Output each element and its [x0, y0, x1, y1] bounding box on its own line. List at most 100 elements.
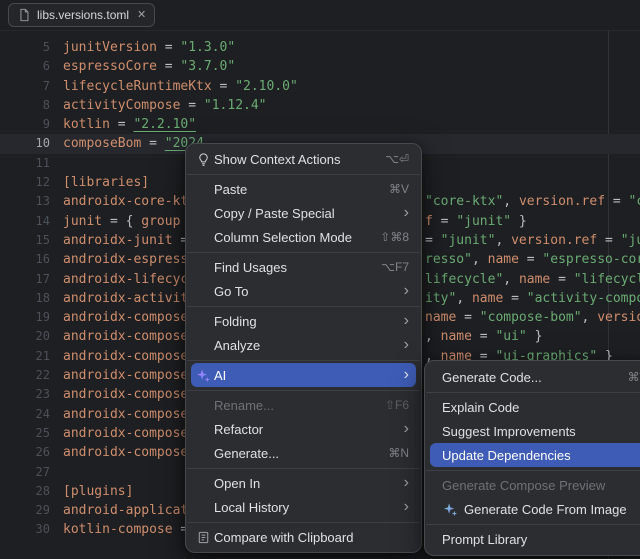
line-number: 27	[0, 463, 54, 482]
menu-separator	[187, 468, 420, 469]
menu-separator	[426, 470, 640, 471]
code-text-right-fragment: f = "junit" }	[425, 212, 527, 231]
context-menu: Show Context Actions ⌥⏎ Paste ⌘V Copy / Past…	[185, 143, 422, 553]
menu-item-local-history[interactable]: Local History ›	[191, 495, 416, 519]
code-text: espressoCore = "3.7.0"	[54, 57, 235, 76]
code-line-8[interactable]: 8activityCompose = "1.12.4"	[0, 96, 640, 115]
code-text-right-fragment: "core-ktx", version.ref = "coreKtx" }	[425, 192, 640, 211]
code-text: lifecycleRuntimeKtx = "2.10.0"	[54, 77, 298, 96]
menu-item-label: Rename...	[214, 398, 373, 413]
menu-item-paste[interactable]: Paste ⌘V	[191, 177, 416, 201]
menu-separator	[187, 174, 420, 175]
code-text: [plugins]	[54, 482, 133, 501]
menu-item-label: Generate Code...	[442, 370, 616, 385]
menu-separator	[187, 252, 420, 253]
menu-item-suggest-improvements[interactable]: Suggest Improvements	[430, 419, 640, 443]
line-number: 19	[0, 308, 54, 327]
code-text-right-fragment: , name = "ui" }	[425, 327, 542, 346]
menu-shortcut: ⇧⌘8	[380, 230, 409, 244]
menu-item-label: Column Selection Mode	[214, 230, 368, 245]
menu-item-update-dependencies[interactable]: Update Dependencies	[430, 443, 640, 467]
line-number: 21	[0, 347, 54, 366]
code-text: junitVersion = "1.3.0"	[54, 38, 235, 57]
menu-item-generate[interactable]: Generate...⌘N	[191, 441, 416, 465]
menu-item-label: AI	[214, 368, 392, 383]
line-number: 25	[0, 424, 54, 443]
submenu-arrow-icon: ›	[404, 337, 409, 353]
line-number: 22	[0, 366, 54, 385]
menu-item-folding[interactable]: Folding›	[191, 309, 416, 333]
menu-item-open-in[interactable]: Open In ›	[191, 471, 416, 495]
menu-separator	[426, 392, 640, 393]
submenu-arrow-icon: ›	[404, 283, 409, 299]
menu-item-generate-compose-preview: Generate Compose Preview	[430, 473, 640, 497]
menu-item-generate-code[interactable]: Generate Code... ⌘\	[430, 365, 640, 389]
editor-tab-bar: libs.versions.toml ✕	[0, 0, 640, 31]
code-text-right-fragment: resso", name = "espresso-core",	[425, 250, 640, 269]
submenu-arrow-icon: ›	[404, 499, 409, 515]
tab-label: libs.versions.toml	[37, 8, 129, 22]
line-number: 15	[0, 231, 54, 250]
menu-shortcut: ⌘N	[388, 446, 409, 460]
submenu-arrow-icon: ›	[404, 367, 409, 383]
line-number: 24	[0, 405, 54, 424]
menu-shortcut: ⌘\	[628, 370, 640, 384]
code-text: [libraries]	[54, 173, 149, 192]
line-number: 23	[0, 385, 54, 404]
menu-item-label: Generate Code From Image	[464, 502, 640, 517]
line-number: 20	[0, 327, 54, 346]
menu-item-prompt-library[interactable]: Prompt Library	[430, 527, 640, 551]
line-number: 9	[0, 115, 54, 134]
menu-item-label: Copy / Paste Special	[214, 206, 392, 221]
tab-close-icon[interactable]: ✕	[137, 10, 146, 21]
menu-item-analyze[interactable]: Analyze›	[191, 333, 416, 357]
menu-item-explain-code[interactable]: Explain Code	[430, 395, 640, 419]
menu-item-copy-paste-special[interactable]: Copy / Paste Special ›	[191, 201, 416, 225]
menu-item-label: Prompt Library	[442, 532, 640, 547]
menu-item-generate-code-from-image[interactable]: Generate Code From Image	[430, 497, 640, 521]
submenu-arrow-icon: ›	[404, 205, 409, 221]
menu-item-refactor[interactable]: Refactor›	[191, 417, 416, 441]
line-number: 29	[0, 501, 54, 520]
code-text	[54, 463, 63, 482]
code-text-right-fragment: name = "compose-bom", version.ref =	[425, 308, 640, 327]
tab-libs-versions-toml[interactable]: libs.versions.toml ✕	[8, 3, 155, 27]
code-line-7[interactable]: 7lifecycleRuntimeKtx = "2.10.0"	[0, 77, 640, 96]
line-number: 26	[0, 443, 54, 462]
menu-item-go-to[interactable]: Go To›	[191, 279, 416, 303]
code-line-5[interactable]: 5junitVersion = "1.3.0"	[0, 38, 640, 57]
menu-item-label: Paste	[214, 182, 377, 197]
line-number: 13	[0, 192, 54, 211]
menu-separator	[187, 522, 420, 523]
ai-image-sparkle-icon	[442, 502, 458, 517]
line-number: 5	[0, 38, 54, 57]
menu-shortcut: ⌥F7	[381, 260, 409, 274]
menu-separator	[187, 306, 420, 307]
submenu-arrow-icon: ›	[404, 475, 409, 491]
submenu-arrow-icon: ›	[404, 421, 409, 437]
menu-item-label: Show Context Actions	[214, 152, 373, 167]
menu-separator	[426, 524, 640, 525]
menu-item-rename: Rename...⇧F6	[191, 393, 416, 417]
menu-item-label: Compare with Clipboard	[214, 530, 409, 545]
menu-item-label: Generate Compose Preview	[442, 478, 640, 493]
menu-separator	[187, 360, 420, 361]
menu-item-label: Folding	[214, 314, 392, 329]
menu-item-ai[interactable]: AI ›	[191, 363, 416, 387]
menu-item-label: Open In	[214, 476, 392, 491]
menu-item-label: Local History	[214, 500, 392, 515]
menu-shortcut: ⌘V	[389, 182, 409, 196]
line-number: 14	[0, 212, 54, 231]
menu-item-show-context-actions[interactable]: Show Context Actions ⌥⏎	[191, 147, 416, 171]
menu-item-label: Update Dependencies	[442, 448, 640, 463]
menu-item-column-selection-mode[interactable]: Column Selection Mode ⇧⌘8	[191, 225, 416, 249]
menu-item-compare-with-clipboard[interactable]: Compare with Clipboard	[191, 525, 416, 549]
code-line-6[interactable]: 6espressoCore = "3.7.0"	[0, 57, 640, 76]
line-number: 30	[0, 520, 54, 539]
menu-item-find-usages[interactable]: Find Usages⌥F7	[191, 255, 416, 279]
ai-submenu: Generate Code... ⌘\ Explain CodeSuggest Im…	[424, 360, 640, 556]
code-line-9[interactable]: 9kotlin = "2.2.10"	[0, 115, 640, 134]
menu-shortcut: ⌥⏎	[385, 152, 409, 166]
code-text-right-fragment: = "junit", version.ref = "junitVersion" …	[425, 231, 640, 250]
line-number: 10	[0, 134, 54, 153]
